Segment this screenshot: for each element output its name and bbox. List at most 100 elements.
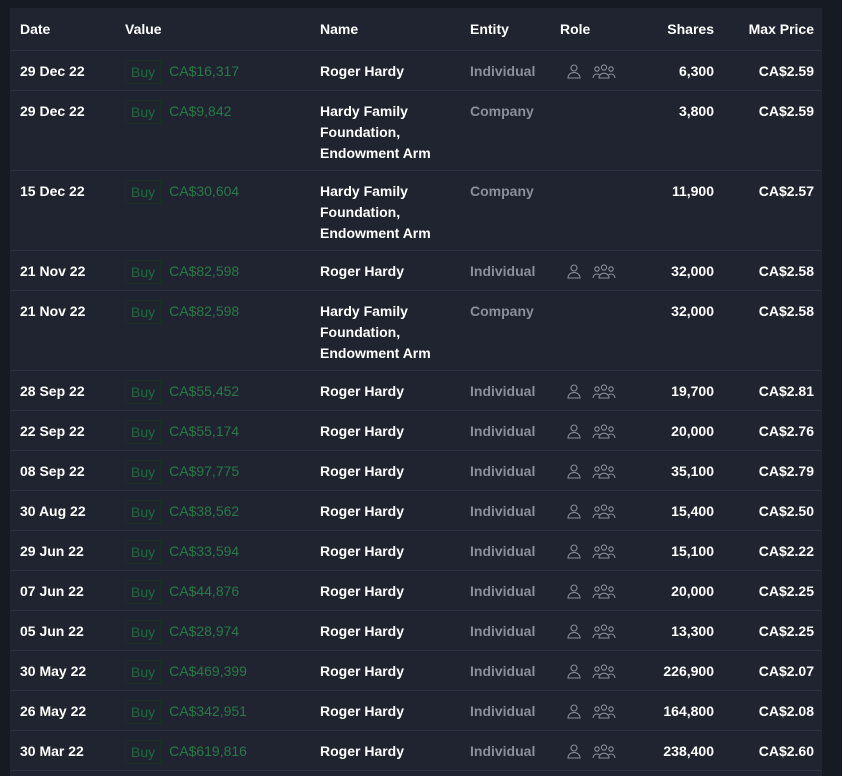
person-icon bbox=[566, 463, 582, 479]
transaction-value: CA$82,598 bbox=[169, 303, 240, 319]
cell-role bbox=[550, 690, 640, 731]
cell-entity: Company bbox=[460, 170, 550, 251]
cell-shares: 164,800 bbox=[640, 690, 722, 731]
cell-max-price: CA$2.57 bbox=[722, 170, 822, 251]
group-icon bbox=[592, 423, 616, 439]
cell-role bbox=[550, 450, 640, 491]
table-row[interactable]: 08 Sep 22 Buy CA$97,775 Roger Hardy Individu… bbox=[10, 450, 822, 491]
cell-name[interactable]: Hardy Family Foundation, Endowment Arm bbox=[310, 290, 460, 371]
transaction-value: CA$33,594 bbox=[169, 543, 240, 559]
table-row[interactable]: 29 Dec 22 Buy CA$9,842 Hardy Family Foundat… bbox=[10, 90, 822, 171]
column-header-shares[interactable]: Shares bbox=[640, 8, 722, 51]
transaction-value: CA$619,816 bbox=[169, 743, 247, 759]
cell-shares: 6,300 bbox=[640, 50, 722, 91]
transaction-value: CA$55,174 bbox=[169, 423, 240, 439]
cell-shares: 13,300 bbox=[640, 610, 722, 651]
cell-name[interactable]: Roger Hardy bbox=[310, 450, 460, 491]
table-row[interactable]: 21 Nov 22 Buy CA$82,598 Roger Hardy Individu… bbox=[10, 250, 822, 291]
cell-entity: Individual bbox=[460, 250, 550, 291]
table-row[interactable]: 29 Jun 22 Buy CA$33,594 Roger Hardy Individu… bbox=[10, 530, 822, 571]
cell-name[interactable]: Roger Hardy bbox=[310, 730, 460, 771]
cell-name[interactable]: Roger Hardy bbox=[310, 490, 460, 531]
cell-name[interactable]: Roger Hardy bbox=[310, 650, 460, 691]
cell-entity: Individual bbox=[460, 370, 550, 411]
column-header-name[interactable]: Name bbox=[310, 8, 460, 51]
table-row[interactable]: 30 Aug 22 Buy CA$38,562 Roger Hardy Individu… bbox=[10, 490, 822, 531]
cell-name[interactable]: Hardy Family Foundation, Endowment Arm bbox=[310, 90, 460, 171]
buy-badge: Buy bbox=[125, 660, 162, 684]
cell-value: Buy CA$82,598 bbox=[115, 290, 310, 371]
cell-shares: 19,700 bbox=[640, 370, 722, 411]
cell-shares: 15,400 bbox=[640, 490, 722, 531]
table-row[interactable]: 05 Jun 22 Buy CA$28,974 Roger Hardy Individu… bbox=[10, 610, 822, 651]
column-header-date[interactable]: Date bbox=[10, 8, 115, 51]
cell-role bbox=[550, 730, 640, 771]
cell-shares: 20,000 bbox=[640, 570, 722, 611]
cell-max-price: CA$2.81 bbox=[722, 370, 822, 411]
cell-name[interactable]: Roger Hardy bbox=[310, 410, 460, 451]
cell-shares: 226,900 bbox=[640, 650, 722, 691]
table-row[interactable]: 15 Dec 22 Buy CA$30,604 Hardy Family Founda… bbox=[10, 170, 822, 251]
table-body: 29 Dec 22 Buy CA$16,317 Roger Hardy Individu… bbox=[10, 50, 822, 771]
cell-max-price: CA$2.58 bbox=[722, 250, 822, 291]
cell-entity: Individual bbox=[460, 730, 550, 771]
group-icon bbox=[592, 543, 616, 559]
cell-value: Buy CA$619,816 bbox=[115, 730, 310, 771]
column-header-max-price[interactable]: Max Price bbox=[722, 8, 822, 51]
transaction-value: CA$30,604 bbox=[169, 183, 240, 199]
cell-name[interactable]: Roger Hardy bbox=[310, 570, 460, 611]
cell-max-price: CA$2.60 bbox=[722, 730, 822, 771]
person-icon bbox=[566, 583, 582, 599]
table-row[interactable]: 26 May 22 Buy CA$342,951 Roger Hardy Individ… bbox=[10, 690, 822, 731]
cell-value: Buy CA$82,598 bbox=[115, 250, 310, 291]
table-row[interactable]: 22 Sep 22 Buy CA$55,174 Roger Hardy Individu… bbox=[10, 410, 822, 451]
column-header-entity[interactable]: Entity bbox=[460, 8, 550, 51]
buy-badge: Buy bbox=[125, 740, 162, 764]
column-header-role[interactable]: Role bbox=[550, 8, 640, 51]
cell-date: 29 Dec 22 bbox=[10, 50, 115, 91]
table-row[interactable]: 30 Mar 22 Buy CA$619,816 Roger Hardy Individ… bbox=[10, 730, 822, 771]
group-icon bbox=[592, 623, 616, 639]
cell-max-price: CA$2.08 bbox=[722, 690, 822, 731]
cell-name[interactable]: Roger Hardy bbox=[310, 530, 460, 571]
table-row[interactable]: 30 May 22 Buy CA$469,399 Roger Hardy Individ… bbox=[10, 650, 822, 691]
cell-name[interactable]: Hardy Family Foundation, Endowment Arm bbox=[310, 170, 460, 251]
person-icon bbox=[566, 543, 582, 559]
cell-name[interactable]: Roger Hardy bbox=[310, 690, 460, 731]
group-icon bbox=[592, 743, 616, 759]
cell-shares: 35,100 bbox=[640, 450, 722, 491]
column-header-value[interactable]: Value bbox=[115, 8, 310, 51]
table-row[interactable]: 21 Nov 22 Buy CA$82,598 Hardy Family Founda… bbox=[10, 290, 822, 371]
cell-role bbox=[550, 90, 640, 171]
buy-badge: Buy bbox=[125, 700, 162, 724]
cell-name[interactable]: Roger Hardy bbox=[310, 610, 460, 651]
cell-max-price: CA$2.76 bbox=[722, 410, 822, 451]
cell-name[interactable]: Roger Hardy bbox=[310, 50, 460, 91]
table-row[interactable]: 29 Dec 22 Buy CA$16,317 Roger Hardy Individu… bbox=[10, 50, 822, 91]
cell-entity: Individual bbox=[460, 530, 550, 571]
insider-transactions-panel: Date Value Name Entity Role Shares Max P… bbox=[10, 8, 822, 776]
person-icon bbox=[566, 623, 582, 639]
group-icon bbox=[592, 63, 616, 79]
cell-role bbox=[550, 370, 640, 411]
cell-value: Buy CA$38,562 bbox=[115, 490, 310, 531]
cell-entity: Individual bbox=[460, 690, 550, 731]
cell-value: Buy CA$342,951 bbox=[115, 690, 310, 731]
buy-badge: Buy bbox=[125, 540, 162, 564]
table-header-row: Date Value Name Entity Role Shares Max P… bbox=[10, 8, 822, 51]
cell-date: 05 Jun 22 bbox=[10, 610, 115, 651]
cell-role bbox=[550, 410, 640, 451]
table-row[interactable]: 07 Jun 22 Buy CA$44,876 Roger Hardy Individu… bbox=[10, 570, 822, 611]
person-icon bbox=[566, 63, 582, 79]
cell-name[interactable]: Roger Hardy bbox=[310, 250, 460, 291]
cell-date: 30 Aug 22 bbox=[10, 490, 115, 531]
cell-value: Buy CA$44,876 bbox=[115, 570, 310, 611]
buy-badge: Buy bbox=[125, 460, 162, 484]
cell-max-price: CA$2.25 bbox=[722, 570, 822, 611]
person-icon bbox=[566, 663, 582, 679]
cell-name[interactable]: Roger Hardy bbox=[310, 370, 460, 411]
buy-badge: Buy bbox=[125, 380, 162, 404]
table-row[interactable]: 28 Sep 22 Buy CA$55,452 Roger Hardy Individu… bbox=[10, 370, 822, 411]
cell-date: 07 Jun 22 bbox=[10, 570, 115, 611]
cell-shares: 20,000 bbox=[640, 410, 722, 451]
